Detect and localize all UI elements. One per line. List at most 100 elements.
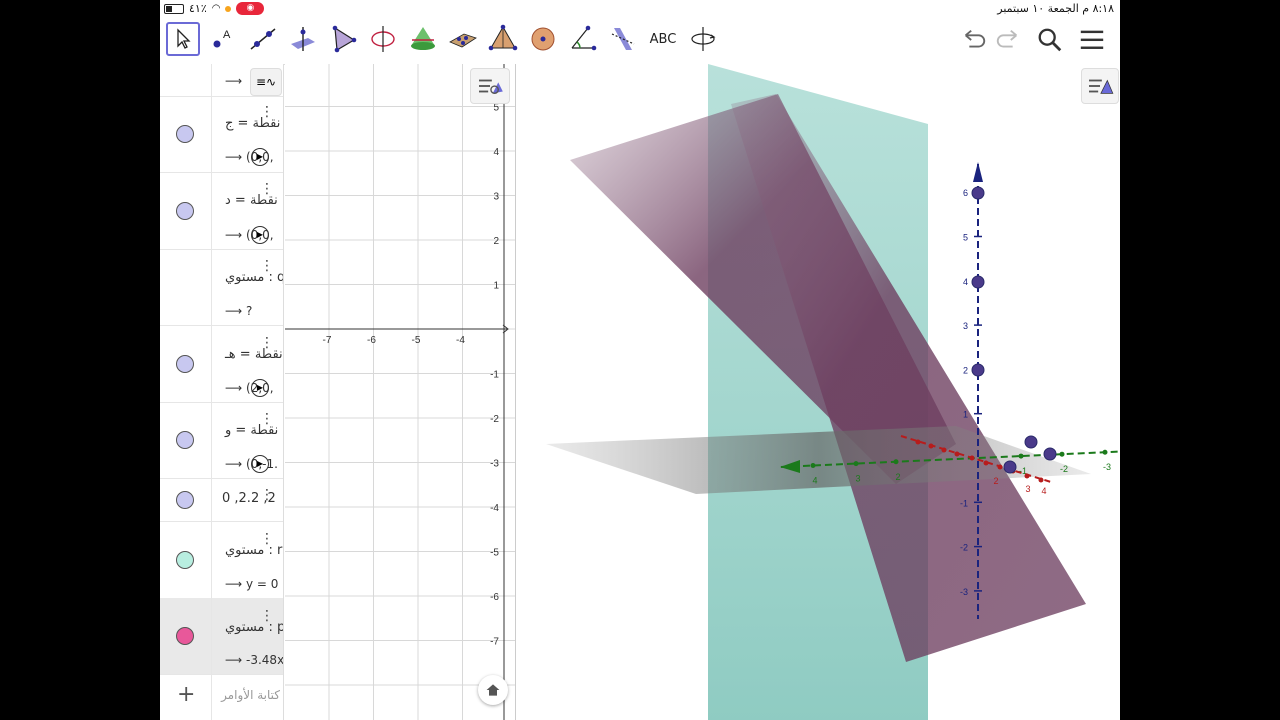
perpendicular-line-tool-icon[interactable]: [286, 22, 320, 56]
play-icon[interactable]: ▶: [251, 226, 269, 244]
intersect-surfaces-tool-icon[interactable]: [406, 22, 440, 56]
y-tick: [853, 461, 859, 467]
z-tick-label: 6: [963, 188, 968, 198]
z-tick-label: -1: [960, 498, 968, 508]
plane-tool-icon[interactable]: [446, 22, 480, 56]
algebra-row-point-coords[interactable]: 0 ,2.2 ,2 ⋮: [160, 478, 283, 522]
more-options-icon[interactable]: ⋮: [260, 335, 274, 351]
rotate-view-tool-icon[interactable]: [686, 22, 720, 56]
x-tick-label: 2: [993, 476, 998, 486]
algebra-row-partial[interactable]: ⟶ ≡∿: [160, 64, 283, 97]
more-options-icon[interactable]: ⋮: [260, 258, 274, 274]
menu-icon[interactable]: [1076, 24, 1108, 56]
y-tick-label: 3: [493, 192, 499, 203]
x-tick-label: 3: [1025, 484, 1030, 494]
visibility-toggle-icon[interactable]: [176, 125, 194, 143]
visibility-toggle-icon[interactable]: [176, 202, 194, 220]
location-dot-icon: [225, 5, 232, 12]
graphics-3d-style-bar-icon[interactable]: [1081, 68, 1119, 104]
visibility-toggle-icon[interactable]: [176, 355, 194, 373]
y-tick-label: 2: [493, 236, 499, 247]
add-icon[interactable]: +: [177, 682, 195, 707]
z-tick-label: 5: [963, 233, 968, 243]
point-3d[interactable]: [1024, 435, 1038, 449]
redo-icon[interactable]: [992, 24, 1024, 56]
status-bar: ٤١٪ ◠ ◉ ٨:١٨ م الجمعة ١٠ سبتمبر: [160, 0, 1120, 18]
play-icon[interactable]: ▶: [251, 379, 269, 397]
point-3d[interactable]: [971, 275, 985, 289]
graphics-2d-canvas[interactable]: -7-6-5-454321-1-2-3-4-5-6-7-8: [285, 64, 515, 720]
algebra-row-plane-r[interactable]: مستوي : r ⋮ ⟶ y = 0: [160, 521, 283, 599]
pyramid-tool-icon[interactable]: [486, 22, 520, 56]
graphics-style-bar-icon[interactable]: [470, 68, 510, 104]
y-tick-label: 2: [895, 472, 900, 482]
y-tick: [893, 459, 899, 465]
angle-tool-icon[interactable]: [566, 22, 600, 56]
z-tick-label: -2: [960, 543, 968, 553]
move-tool-icon[interactable]: [166, 22, 200, 56]
z-tick-label: 2: [963, 365, 968, 375]
visibility-toggle-icon[interactable]: [176, 627, 194, 645]
reflect-tool-icon[interactable]: [606, 22, 640, 56]
geogebra-app: ٤١٪ ◠ ◉ ٨:١٨ م الجمعة ١٠ سبتمبر A ABC ⟶ …: [160, 0, 1120, 720]
input-bar[interactable]: كتابة الأوامر: [220, 688, 280, 702]
y-tick-label: 5: [493, 103, 499, 114]
battery-icon: [164, 3, 184, 14]
x-tick-label: -5: [412, 335, 421, 346]
point-3d[interactable]: [971, 186, 985, 200]
row-value: ⟶: [225, 74, 243, 88]
point-3d[interactable]: [971, 363, 985, 377]
x-tick-label: -7: [323, 335, 332, 346]
algebra-row-point-w[interactable]: نقطة = و ⋮ ⟶ (0,-1. ▶: [160, 402, 283, 479]
more-options-icon[interactable]: ⋮: [260, 608, 274, 624]
algebra-row-point-j[interactable]: نقطة = ج ⋮ ⟶ (0,0, ▶: [160, 96, 283, 173]
undo-icon[interactable]: [958, 24, 990, 56]
more-options-icon[interactable]: ⋮: [260, 411, 274, 427]
more-options-icon[interactable]: ⋮: [260, 487, 274, 503]
svg-text:A: A: [223, 29, 231, 41]
polygon-tool-icon[interactable]: [326, 22, 360, 56]
play-icon[interactable]: ▶: [251, 148, 269, 166]
x-tick: [954, 451, 960, 457]
point-3d[interactable]: [1003, 460, 1017, 474]
row-value: ⟶ -3.48x: [225, 653, 284, 667]
point-3d[interactable]: [1043, 447, 1057, 461]
y-tick-label: 4: [493, 147, 499, 158]
circle-axis-tool-icon[interactable]: [366, 22, 400, 56]
row-definition: مستوي : q: [225, 270, 284, 285]
x-tick: [915, 439, 921, 445]
visibility-toggle-icon[interactable]: [176, 491, 194, 509]
more-options-icon[interactable]: ⋮: [260, 181, 274, 197]
y-tick-label: -3: [490, 459, 499, 470]
row-gutter: [160, 64, 212, 96]
algebra-row-plane-q[interactable]: مستوي : q ⋮ ⟶ ?: [160, 249, 283, 326]
z-axis-arrow: [973, 162, 983, 182]
z-tick-label: 4: [963, 277, 968, 287]
y-tick-label: -5: [490, 548, 499, 559]
point-tool-icon[interactable]: A: [206, 22, 240, 56]
function-graph-style-icon[interactable]: ≡∿: [250, 68, 282, 96]
play-icon[interactable]: ▶: [251, 455, 269, 473]
text-tool-icon[interactable]: ABC: [646, 22, 680, 56]
home-icon[interactable]: [478, 675, 508, 705]
x-tick: [969, 455, 975, 461]
algebra-row-point-h[interactable]: نقطة = هـ ⋮ ⟶ (2,0, ▶: [160, 325, 283, 403]
x-tick: [1024, 473, 1030, 479]
more-options-icon[interactable]: ⋮: [260, 104, 274, 120]
visibility-toggle-icon[interactable]: [176, 431, 194, 449]
visibility-toggle-icon[interactable]: [176, 551, 194, 569]
graphics-3d-view[interactable]: 654321-1-2-3432-1-2-3-4234: [516, 64, 1120, 720]
algebra-input-row[interactable]: + كتابة الأوامر: [160, 674, 283, 720]
algebra-row-point-d[interactable]: نقطة = د ⋮ ⟶ (0,0, ▶: [160, 172, 283, 250]
graphics-2d-view[interactable]: -7-6-5-454321-1-2-3-4-5-6-7-8: [285, 64, 516, 720]
graphics-3d-canvas[interactable]: 654321-1-2-3432-1-2-3-4234: [516, 64, 1120, 720]
line-tool-icon[interactable]: [246, 22, 280, 56]
y-tick: [810, 463, 816, 469]
y-tick-label: -1: [490, 370, 499, 381]
search-icon[interactable]: [1034, 24, 1066, 56]
y-tick-label: -4: [490, 503, 499, 514]
algebra-row-plane-p1[interactable]: مستوي : p₁ ⋮ ⟶ -3.48x: [160, 598, 283, 675]
y-tick: [1018, 453, 1024, 459]
more-options-icon[interactable]: ⋮: [260, 531, 274, 547]
sphere-tool-icon[interactable]: [526, 22, 560, 56]
